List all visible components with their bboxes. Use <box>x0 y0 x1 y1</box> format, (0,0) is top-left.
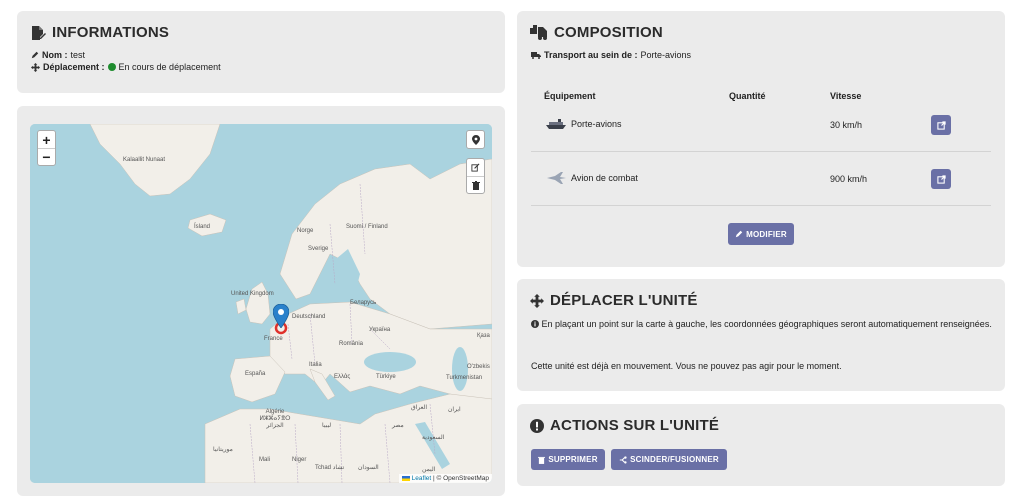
open-link-button[interactable] <box>931 169 951 189</box>
external-link-icon <box>936 120 946 130</box>
map-label: O'zbekis <box>467 364 490 370</box>
info-circle-icon <box>531 320 539 328</box>
delete-button[interactable]: SUPPRIMER <box>531 449 605 470</box>
map-label: السودان <box>358 465 379 471</box>
map-label: Türkiye <box>376 374 396 380</box>
map-label: Україна <box>369 327 391 333</box>
unit-actions-panel: ACTIONS SUR L'UNITÉ SUPPRIMER SCINDER/FU… <box>517 404 1005 486</box>
movement-label: Déplacement : <box>43 62 105 72</box>
split-icon <box>619 455 627 464</box>
table-row: Porte-avions 30 km/h <box>531 98 991 152</box>
map-label: Sverige <box>308 246 329 252</box>
map-label: موريتانيا <box>213 447 233 453</box>
informations-title: INFORMATIONS <box>30 24 169 41</box>
split-merge-button[interactable]: SCINDER/FUSIONNER <box>611 449 727 470</box>
leaflet-link[interactable]: Leaflet <box>412 475 432 482</box>
map-label: Қаза <box>477 333 490 339</box>
map-panel: Kalaallit Nunaat Ísland Norge Sverige Su… <box>17 106 505 496</box>
map-label: France <box>264 336 283 342</box>
transport-line: Transport au sein de : Porte-avions <box>531 50 691 60</box>
informations-panel: INFORMATIONS Nom : test Déplacement : En… <box>17 11 505 93</box>
map-label: Mali <box>259 457 271 463</box>
equipment-name: Avion de combat <box>571 173 638 183</box>
composition-title: COMPOSITION <box>530 24 663 41</box>
external-link-icon <box>936 174 946 184</box>
flag-icon <box>401 475 410 481</box>
truck-icon <box>531 52 541 59</box>
move-status-text: Cette unité est déjà en mouvement. Vous … <box>531 361 842 371</box>
map-label: العراق <box>411 405 428 411</box>
map-label: Kalaallit Nunaat <box>123 157 166 163</box>
open-link-button[interactable] <box>931 115 951 135</box>
exclamation-circle-icon <box>530 418 544 433</box>
equipment-speed: 30 km/h <box>830 120 863 130</box>
osm-attribution[interactable]: | © OpenStreetMap <box>433 475 489 482</box>
equipment-speed: 900 km/h <box>830 174 868 184</box>
map-tiles <box>30 124 492 483</box>
truck-loading-icon <box>530 25 547 40</box>
name-value: test <box>70 50 86 60</box>
pencil-icon <box>735 230 743 238</box>
zoom-out-button[interactable]: − <box>38 148 55 165</box>
name-line: Nom : test <box>31 50 85 60</box>
transport-label: Transport au sein de : <box>544 50 638 60</box>
map-label: Tchad تشاد <box>315 465 345 471</box>
pencil-icon <box>31 51 39 59</box>
transport-value: Porte-avions <box>640 50 692 60</box>
arrows-move-icon <box>530 293 544 308</box>
map-label: Norge <box>297 228 314 234</box>
edit-layer-button[interactable] <box>467 159 484 176</box>
map-label: Niger <box>292 457 307 463</box>
aircraft-carrier-icon <box>546 119 566 129</box>
movement-value: En cours de déplacement <box>118 62 221 72</box>
edit-button[interactable]: MODIFIER <box>728 223 794 245</box>
map-pin-icon <box>471 134 480 145</box>
map-label: Italia <box>309 362 322 368</box>
map-attribution: Leaflet | © OpenStreetMap <box>398 474 492 483</box>
delete-layer-button[interactable] <box>467 176 484 193</box>
map-label: España <box>245 371 266 377</box>
arrows-move-icon <box>31 62 40 72</box>
table-row: Avion de combat 900 km/h <box>531 152 991 206</box>
location-marker-icon[interactable] <box>273 304 289 328</box>
map-label: السعودية <box>422 435 445 441</box>
movement-line: Déplacement : En cours de déplacement <box>31 62 221 72</box>
status-dot <box>107 63 116 71</box>
move-info-text: En plaçant un point sur la carte à gauch… <box>531 318 1001 330</box>
composition-panel: COMPOSITION Transport au sein de : Porte… <box>517 11 1005 267</box>
map-label: România <box>339 341 364 347</box>
fighter-jet-icon <box>547 172 566 184</box>
map-label: ليبيا <box>322 423 332 429</box>
zoom-control: + − <box>37 130 56 166</box>
trash-icon <box>538 456 546 464</box>
map-label: اليمن <box>422 467 436 473</box>
map-label: Ísland <box>194 224 211 230</box>
map[interactable]: Kalaallit Nunaat Ísland Norge Sverige Su… <box>30 124 492 483</box>
map-label: Deutschland <box>292 314 326 320</box>
name-label: Nom : <box>42 50 68 60</box>
equipment-name: Porte-avions <box>571 119 622 129</box>
map-label: United Kingdom <box>231 291 274 297</box>
map-label: Ελλάς <box>334 374 351 380</box>
map-label: Беларусь <box>350 300 377 306</box>
map-label: مصر <box>392 423 404 429</box>
place-marker-button[interactable] <box>466 130 485 149</box>
map-label: Algérie ⵍⵣⵣⴰⵢⴻⵔ الجزائر <box>259 409 291 429</box>
trash-icon <box>471 180 480 190</box>
edit-controls <box>466 158 485 194</box>
unit-actions-title: ACTIONS SUR L'UNITÉ <box>530 417 719 434</box>
map-label: Suomi / Finland <box>346 224 388 230</box>
zoom-in-button[interactable]: + <box>38 131 55 148</box>
map-label: ايران <box>448 407 461 413</box>
edit-icon <box>471 163 480 172</box>
move-unit-panel: DÉPLACER L'UNITÉ En plaçant un point sur… <box>517 279 1005 391</box>
map-label: Turkmenistan <box>446 375 483 381</box>
file-signature-icon <box>32 25 46 40</box>
move-unit-title: DÉPLACER L'UNITÉ <box>530 292 698 309</box>
